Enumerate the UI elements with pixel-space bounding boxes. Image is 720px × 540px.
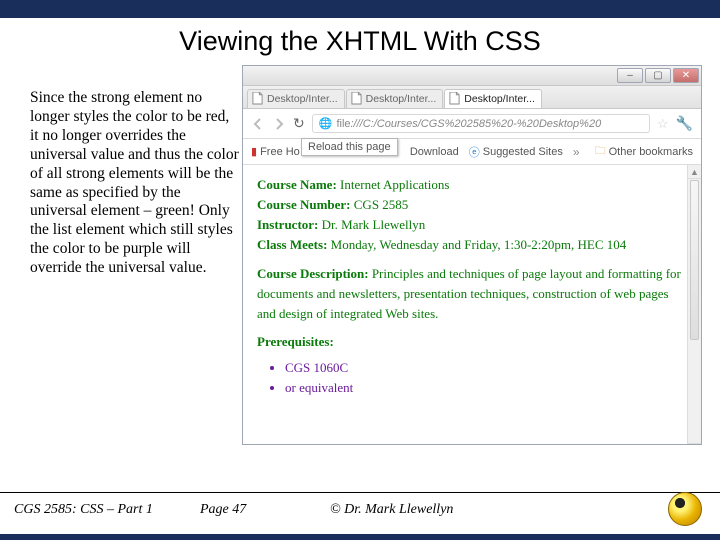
vertical-scrollbar[interactable]: ▲ ▼	[687, 165, 701, 445]
slide-title: Viewing the XHTML With CSS	[0, 26, 720, 57]
scroll-down-button[interactable]: ▼	[688, 443, 701, 445]
browser-window: – ▢ ✕ Desktop/Inter... Desktop/Inter... …	[242, 65, 702, 445]
list-item: or equivalent	[285, 378, 687, 398]
ie-icon: ⓔ	[469, 144, 480, 160]
ucf-logo	[668, 492, 702, 526]
tab-2[interactable]: Desktop/Inter...	[444, 89, 542, 108]
page-icon	[351, 92, 362, 105]
overflow-chevron-icon[interactable]: »	[573, 145, 580, 159]
back-icon[interactable]	[251, 117, 265, 131]
reload-tooltip: Reload this page	[301, 138, 398, 156]
page-content: Course Name: Internet Applications Cours…	[243, 165, 701, 404]
folder-icon: 🗀	[595, 142, 606, 161]
list-item: CGS 1060C	[285, 358, 687, 378]
tab-label: Desktop/Inter...	[267, 93, 338, 105]
bookmark-star-icon[interactable]: ☆	[657, 116, 669, 132]
desc-label: Course Description:	[257, 266, 369, 281]
forward-icon[interactable]	[272, 117, 286, 131]
reload-icon[interactable]: ↻	[293, 115, 305, 132]
bookmark-suggested[interactable]: ⓔ Suggested Sites	[469, 144, 563, 160]
url-scheme: file	[336, 118, 350, 130]
page-icon	[449, 92, 460, 105]
bookmark-free[interactable]: ▮ Free Ho	[251, 145, 300, 158]
tab-label: Desktop/Inter...	[464, 93, 535, 105]
url-path: :///C:/Courses/CGS%202585%20-%20Desktop%…	[351, 118, 602, 130]
wrench-icon[interactable]: 🔧	[676, 115, 693, 132]
page-icon: ▮	[251, 145, 257, 158]
close-button[interactable]: ✕	[673, 68, 699, 83]
scroll-thumb[interactable]	[690, 180, 699, 340]
minimize-button[interactable]: –	[617, 68, 643, 83]
bookmark-label: Free Ho	[260, 146, 300, 158]
course-name: Internet Applications	[340, 177, 449, 192]
footer: CGS 2585: CSS – Part 1 Page 47 © Dr. Mar…	[0, 492, 720, 526]
footer-page: Page 47	[200, 502, 330, 518]
footer-left: CGS 2585: CSS – Part 1	[0, 502, 200, 518]
explanation-text: Since the strong element no longer style…	[30, 65, 240, 445]
course-number: CGS 2585	[354, 197, 409, 212]
globe-icon: 🌐	[319, 117, 333, 130]
class-meets-label: Class Meets:	[257, 237, 327, 252]
class-meets: Monday, Wednesday and Friday, 1:30-2:20p…	[331, 237, 627, 252]
prereq-label: Prerequisites:	[257, 334, 334, 349]
bookmark-label: Download	[410, 146, 459, 158]
tabs-bar: Desktop/Inter... Desktop/Inter... Deskto…	[243, 86, 701, 109]
page-icon	[252, 92, 263, 105]
scroll-up-button[interactable]: ▲	[688, 165, 701, 179]
instructor-label: Instructor:	[257, 217, 318, 232]
footer-author: © Dr. Mark Llewellyn	[330, 502, 720, 518]
tab-0[interactable]: Desktop/Inter...	[247, 89, 345, 108]
bookmark-label: Suggested Sites	[483, 146, 563, 158]
bookmark-download[interactable]: Download	[410, 146, 459, 158]
course-number-label: Course Number:	[257, 197, 351, 212]
other-bookmarks[interactable]: 🗀 Other bookmarks	[595, 142, 693, 161]
tab-label: Desktop/Inter...	[366, 93, 437, 105]
url-input[interactable]: 🌐 file:///C:/Courses/CGS%202585%20-%20De…	[312, 114, 650, 133]
tab-1[interactable]: Desktop/Inter...	[346, 89, 444, 108]
maximize-button[interactable]: ▢	[645, 68, 671, 83]
course-name-label: Course Name:	[257, 177, 337, 192]
bookmark-label: Other bookmarks	[609, 146, 693, 158]
instructor: Dr. Mark Llewellyn	[322, 217, 426, 232]
